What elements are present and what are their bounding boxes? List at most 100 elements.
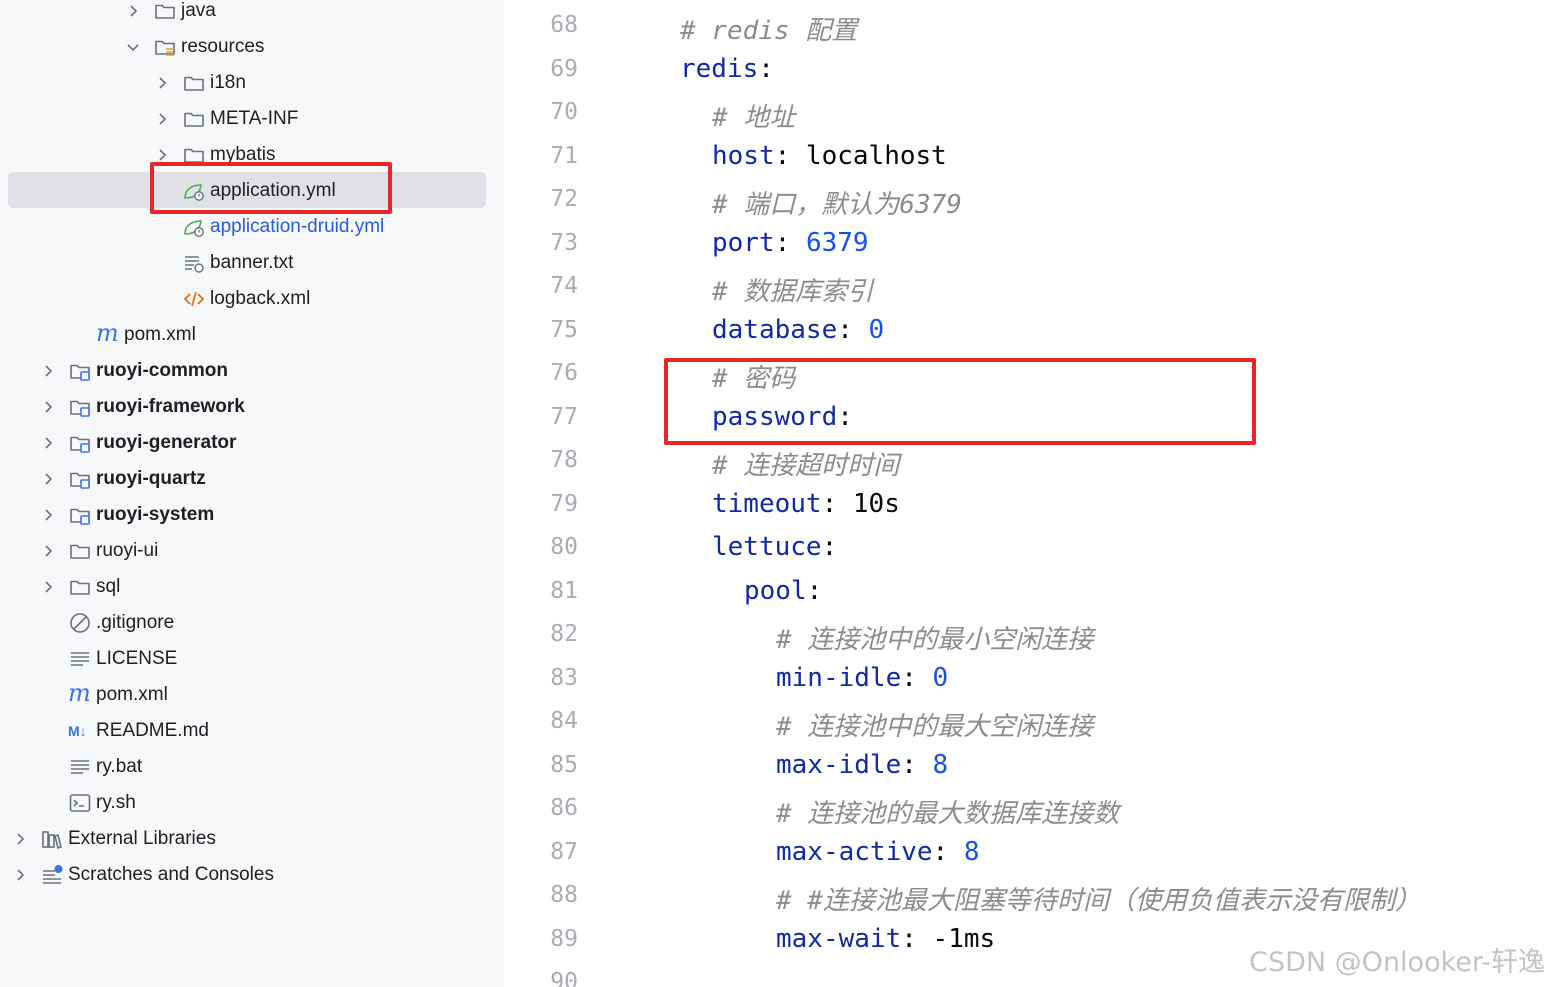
code-line[interactable]: # 密码 — [712, 358, 795, 395]
tree-item-label: ruoyi-framework — [96, 396, 245, 417]
code-line[interactable]: max-active: 8 — [776, 837, 980, 867]
line-number: 83 — [550, 664, 578, 691]
line-number: 87 — [550, 838, 578, 865]
line-number: 77 — [550, 403, 578, 430]
project-tree[interactable]: java resources i18n META-INF mybatis applicat… — [0, 0, 504, 987]
line-number: 69 — [550, 55, 578, 82]
chevron-right-icon[interactable] — [40, 543, 56, 559]
chevron-right-icon[interactable] — [154, 75, 170, 91]
tree-item-label: ry.bat — [96, 756, 143, 777]
xml-file-icon — [182, 287, 206, 311]
tree-item[interactable]: ruoyi-common — [0, 353, 504, 389]
tree-item[interactable]: ruoyi-system — [0, 497, 504, 533]
chevron-down-icon[interactable] — [125, 39, 141, 55]
code-comment: # 地址 — [712, 103, 796, 133]
tree-item[interactable]: application-druid.yml — [0, 209, 504, 245]
tree-item[interactable]: ry.sh — [0, 785, 504, 821]
tree-item[interactable]: logback.xml — [0, 281, 504, 317]
tree-item[interactable]: Scratches and Consoles — [0, 857, 504, 893]
code-line[interactable]: # 连接池中的最大空闲连接 — [776, 706, 1093, 743]
folder-icon — [68, 575, 92, 599]
code-line[interactable]: # 连接超时时间 — [712, 445, 899, 482]
tree-item[interactable]: m pom.xml — [0, 677, 504, 713]
chevron-right-icon[interactable] — [12, 867, 28, 883]
chevron-right-icon[interactable] — [154, 111, 170, 127]
chevron-right-icon[interactable] — [154, 147, 170, 163]
tree-item[interactable]: LICENSE — [0, 641, 504, 677]
code-line[interactable]: password: — [712, 402, 853, 432]
chevron-right-icon[interactable] — [40, 363, 56, 379]
code-key: pool — [744, 575, 807, 606]
code-line[interactable]: max-idle: 8 — [776, 750, 948, 780]
chevron-right-icon[interactable] — [40, 579, 56, 595]
tree-item-label: resources — [181, 36, 265, 57]
code-line[interactable]: # #连接池最大阻塞等待时间（使用负值表示没有限制） — [776, 880, 1421, 917]
code-key: port — [712, 227, 775, 258]
tree-item[interactable]: m pom.xml — [0, 317, 504, 353]
spring-yml-icon — [182, 215, 206, 239]
highlight-box-application-yml — [150, 162, 392, 214]
code-line[interactable]: # redis 配置 — [680, 10, 857, 47]
code-line[interactable]: # 数据库索引 — [712, 271, 873, 308]
tree-item[interactable]: External Libraries — [0, 821, 504, 857]
code-key: host — [712, 140, 775, 171]
tree-item-label: ruoyi-quartz — [96, 468, 206, 489]
code-line[interactable]: redis: — [680, 54, 774, 84]
tree-item[interactable]: META-INF — [0, 101, 504, 137]
chevron-right-icon[interactable] — [125, 3, 141, 19]
code-line[interactable]: # 端口，默认为6379 — [712, 184, 962, 221]
code-key: max-active — [776, 836, 933, 867]
code-key: redis — [680, 53, 759, 84]
line-number: 72 — [550, 186, 578, 212]
tree-item[interactable]: sql — [0, 569, 504, 605]
code-line[interactable]: host: localhost — [712, 141, 947, 171]
code-line[interactable]: # 地址 — [712, 97, 795, 134]
chevron-right-icon[interactable] — [40, 507, 56, 523]
shell-script-icon — [68, 791, 92, 815]
tree-item[interactable]: resources — [0, 29, 504, 65]
code-key: database — [712, 314, 838, 345]
code-line[interactable]: max-wait: -1ms — [776, 924, 995, 954]
tree-item[interactable]: ruoyi-generator — [0, 425, 504, 461]
tree-item[interactable]: java — [0, 0, 504, 29]
code-text: : -1ms — [901, 923, 996, 954]
code-text: : — [837, 401, 853, 432]
line-number: 88 — [550, 882, 578, 908]
tree-item[interactable]: banner.txt — [0, 245, 504, 281]
code-text: : — [806, 575, 823, 606]
chevron-right-icon[interactable] — [12, 831, 28, 847]
code-comment: # #连接池最大阻塞等待时间（使用负值表示没有限制） — [776, 886, 1421, 916]
chevron-right-icon[interactable] — [40, 399, 56, 415]
code-line[interactable]: lettuce: — [712, 532, 837, 562]
code-line[interactable]: port: 6379 — [712, 228, 869, 258]
code-line[interactable]: # 连接池的最大数据库连接数 — [776, 793, 1119, 830]
code-text: : — [901, 749, 933, 780]
text-lines-icon — [68, 647, 92, 671]
tree-item-label: ry.sh — [96, 792, 136, 813]
code-line[interactable]: timeout: 10s — [712, 489, 900, 519]
code-comment: # redis 配置 — [680, 16, 858, 46]
code-line[interactable]: pool: — [744, 576, 822, 606]
tree-item[interactable]: ruoyi-quartz — [0, 461, 504, 497]
tree-item[interactable]: M↓ README.md — [0, 713, 504, 749]
line-number: 70 — [550, 99, 578, 125]
code-editor[interactable]: CSDN @Onlooker-轩逸 68 # redis 配置 69 redis: 70… — [504, 0, 1551, 987]
code-line[interactable]: # 连接池中的最小空闲连接 — [776, 619, 1093, 656]
tree-item-label: ruoyi-ui — [96, 540, 159, 561]
chevron-right-icon[interactable] — [40, 435, 56, 451]
code-key: password — [712, 401, 838, 432]
code-line[interactable]: min-idle: 0 — [776, 663, 948, 693]
tree-item[interactable]: i18n — [0, 65, 504, 101]
scratches-icon — [40, 863, 64, 887]
code-comment: # 连接超时时间 — [712, 451, 900, 481]
code-comment: # 数据库索引 — [712, 277, 874, 307]
code-line[interactable]: database: 0 — [712, 315, 884, 345]
tree-item[interactable]: ruoyi-framework — [0, 389, 504, 425]
tree-item[interactable]: ruoyi-ui — [0, 533, 504, 569]
chevron-right-icon[interactable] — [40, 471, 56, 487]
tree-item[interactable]: .gitignore — [0, 605, 504, 641]
tree-item[interactable]: ry.bat — [0, 749, 504, 785]
folder-icon — [153, 0, 177, 23]
line-number: 90 — [550, 969, 578, 987]
line-number: 73 — [550, 229, 578, 256]
